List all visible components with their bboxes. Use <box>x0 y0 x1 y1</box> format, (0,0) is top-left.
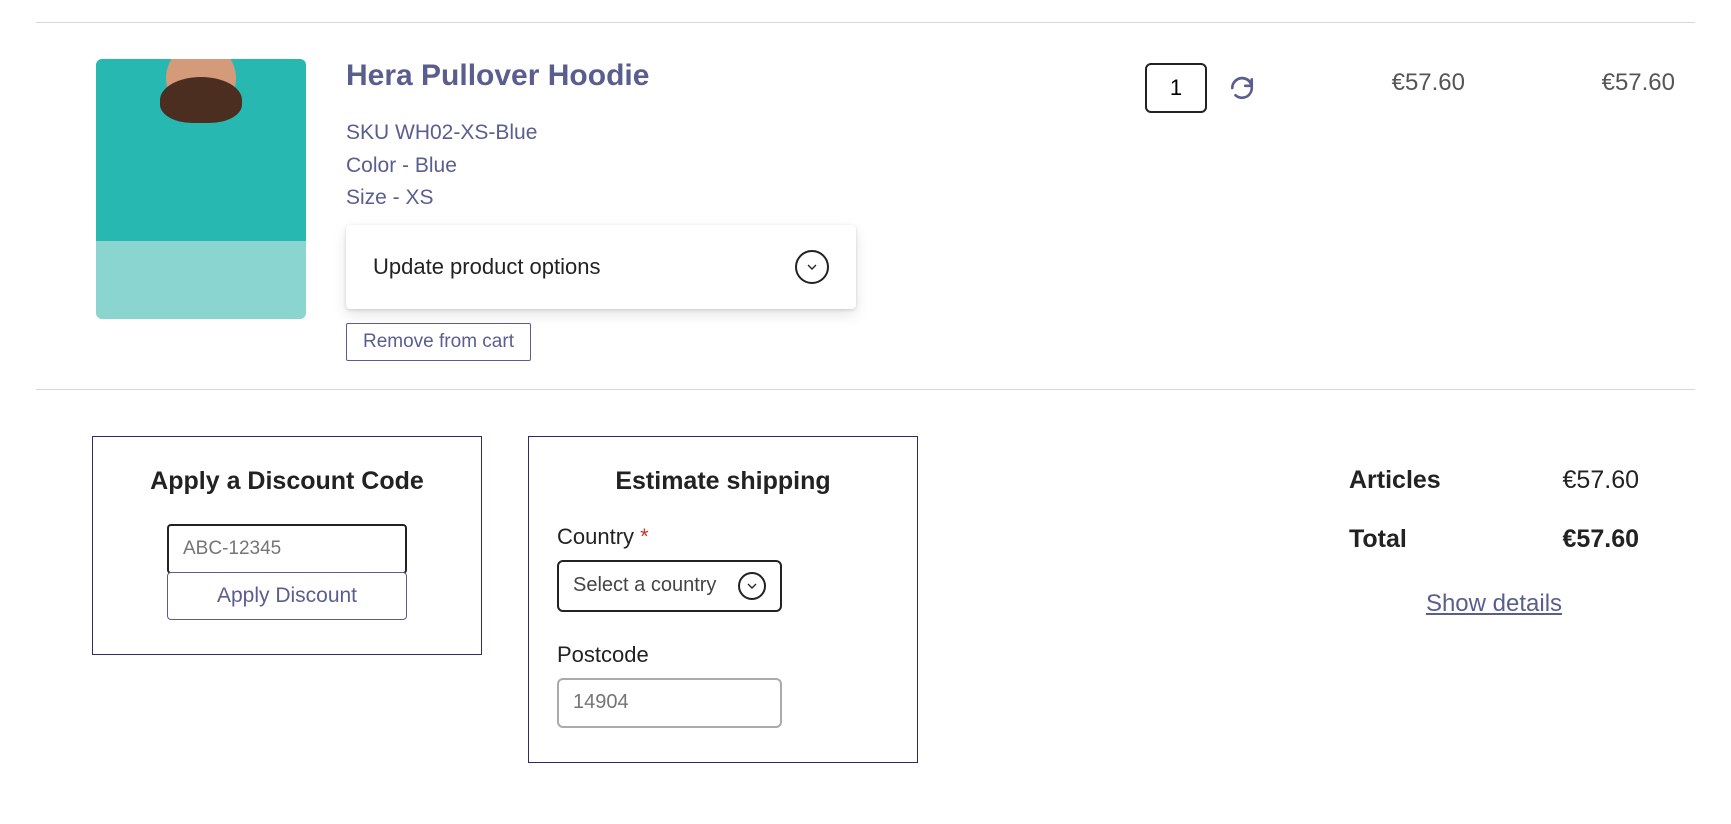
quantity-input[interactable] <box>1145 63 1207 113</box>
postcode-label: Postcode <box>557 642 649 668</box>
sku-line: SKU WH02-XS-Blue <box>346 117 866 150</box>
discount-code-input[interactable] <box>167 524 407 574</box>
cart-line-item: Hera Pullover Hoodie SKU WH02-XS-Blue Co… <box>36 23 1695 389</box>
summary-total-row: Total €57.60 <box>1349 525 1639 554</box>
order-summary: Articles €57.60 Total €57.60 Show detail… <box>1349 436 1639 618</box>
country-select-placeholder: Select a country <box>573 574 716 597</box>
summary-articles-row: Articles €57.60 <box>1349 466 1639 495</box>
product-title[interactable]: Hera Pullover Hoodie <box>346 59 866 93</box>
shipping-heading: Estimate shipping <box>615 467 830 496</box>
chevron-down-icon <box>795 250 829 284</box>
country-label: Country * <box>557 524 649 550</box>
discount-heading: Apply a Discount Code <box>150 467 424 496</box>
chevron-down-icon <box>738 572 766 600</box>
update-options-toggle[interactable]: Update product options <box>346 225 856 309</box>
discount-panel: Apply a Discount Code Apply Discount <box>92 436 482 655</box>
panels-area: Apply a Discount Code Apply Discount Est… <box>36 390 1695 763</box>
shipping-panel: Estimate shipping Country * Select a cou… <box>528 436 918 763</box>
refresh-icon[interactable] <box>1229 75 1255 101</box>
country-select[interactable]: Select a country <box>557 560 782 612</box>
total-value: €57.60 <box>1563 525 1639 554</box>
show-details-link[interactable]: Show details <box>1426 590 1562 618</box>
postcode-input[interactable] <box>557 678 782 728</box>
product-meta: SKU WH02-XS-Blue Color - Blue Size - XS <box>346 117 866 215</box>
quantity-controls <box>1145 59 1255 113</box>
total-label: Total <box>1349 525 1407 554</box>
remove-from-cart-button[interactable]: Remove from cart <box>346 323 531 361</box>
color-line: Color - Blue <box>346 150 866 183</box>
apply-discount-button[interactable]: Apply Discount <box>167 572 407 620</box>
unit-price: €57.60 <box>1295 59 1465 97</box>
size-line: Size - XS <box>346 182 866 215</box>
articles-value: €57.60 <box>1563 466 1639 495</box>
required-star: * <box>640 524 649 549</box>
update-options-label: Update product options <box>373 254 601 280</box>
line-total: €57.60 <box>1505 59 1675 97</box>
product-image <box>96 59 306 319</box>
product-details: Hera Pullover Hoodie SKU WH02-XS-Blue Co… <box>346 59 866 361</box>
articles-label: Articles <box>1349 466 1441 495</box>
